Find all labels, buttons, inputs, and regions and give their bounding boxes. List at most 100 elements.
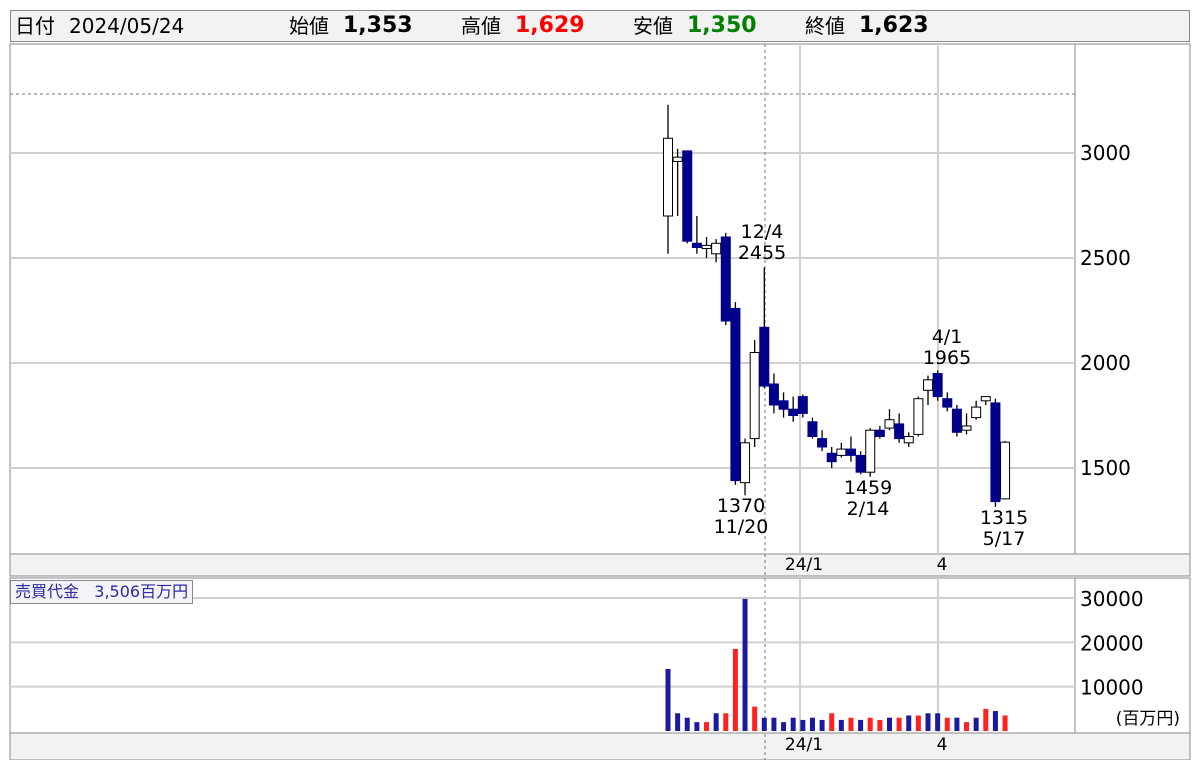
- volume-bar-down: [925, 713, 931, 731]
- candle-up: [923, 379, 934, 391]
- candle-down: [768, 383, 779, 406]
- volume-legend-value: 3,506百万円: [94, 582, 189, 601]
- volume-bar-down: [713, 713, 719, 731]
- volume-bar-down: [809, 717, 815, 731]
- candle-up: [865, 429, 876, 473]
- candle-up: [913, 398, 924, 435]
- price-annotation-date: 12/4: [741, 221, 784, 243]
- volume-bar-up: [944, 717, 950, 731]
- candle-down: [942, 398, 953, 408]
- volume-bar-down: [992, 711, 998, 731]
- candle-up: [980, 396, 991, 402]
- volume-x-tick-label: 4: [937, 735, 948, 755]
- stock-chart: 1500 2000 2500 3000 24/1 24/1 4 4 12/42455 4/1196…: [9, 43, 1191, 760]
- volume-bar-up: [829, 713, 835, 731]
- volume-bar-up: [915, 715, 921, 731]
- candle-up: [884, 419, 895, 429]
- price-annotation-date: 4/1: [932, 326, 963, 348]
- candle-down: [817, 438, 828, 448]
- candle-down: [826, 452, 837, 463]
- candle-up: [971, 406, 982, 419]
- candle-down: [778, 400, 789, 410]
- candle-up: [903, 436, 914, 444]
- price-tick-label: 2500: [1080, 246, 1131, 270]
- candle-down: [720, 236, 731, 322]
- volume-bar-down: [954, 717, 960, 731]
- volume-bar-up: [896, 717, 902, 731]
- volume-date-strip: [9, 732, 1191, 760]
- volume-tick-label: 20000: [1080, 631, 1144, 655]
- volume-bar-down: [838, 719, 844, 731]
- price-annotation-date: 5/17: [983, 528, 1026, 550]
- volume-bar-up: [983, 708, 989, 731]
- candle-up: [1000, 441, 1011, 500]
- candle-up: [961, 425, 972, 431]
- candle-up: [663, 137, 673, 217]
- candle-down: [874, 429, 885, 438]
- price-annotation-value: 1965: [923, 347, 971, 369]
- x-tick-label: 4: [937, 555, 948, 575]
- price-annotation-value: 1315: [980, 507, 1028, 529]
- volume-bar-up: [1002, 715, 1008, 731]
- candle-down: [788, 408, 799, 417]
- volume-bar-up: [848, 717, 854, 731]
- volume-bar-down: [790, 717, 796, 731]
- x-tick-label: 24/1: [785, 555, 823, 575]
- candle-down: [855, 454, 866, 473]
- volume-legend: 売買代金 3,506百万円: [10, 580, 194, 604]
- volume-bar-down: [665, 668, 671, 731]
- volume-bar-down: [935, 713, 941, 731]
- volume-bar-down: [973, 717, 979, 731]
- candle-down: [691, 242, 702, 249]
- volume-legend-label: 売買代金: [15, 582, 80, 601]
- volume-bar-up: [877, 719, 883, 731]
- volume-bar-up: [732, 648, 738, 731]
- candle-down: [845, 448, 856, 456]
- price-panel: [9, 43, 1191, 555]
- volume-bar-down: [675, 713, 681, 731]
- candle-down: [932, 373, 943, 398]
- volume-bar-up: [704, 722, 710, 731]
- price-annotation-value: 1459: [844, 477, 892, 499]
- candle-down: [730, 307, 741, 482]
- price-annotation-value: 1370: [717, 495, 765, 517]
- volume-tick-label: 10000: [1080, 676, 1144, 700]
- candle-down: [682, 150, 693, 242]
- candle-up: [836, 448, 847, 456]
- volume-x-tick-label: 24/1: [785, 735, 823, 755]
- volume-bar-down: [781, 722, 787, 731]
- volume-bar-down: [694, 722, 700, 731]
- candle-down: [990, 402, 1001, 503]
- candle-up: [711, 242, 722, 255]
- price-annotation-value: 2455: [738, 242, 786, 264]
- date-strip: [9, 553, 1191, 577]
- volume-bar-down: [684, 717, 690, 731]
- volume-bar-up: [752, 706, 758, 731]
- candle-up: [701, 244, 712, 250]
- candle-down: [951, 408, 962, 433]
- candle-down: [797, 396, 808, 414]
- candle-up: [740, 442, 751, 484]
- price-annotation-date: 11/20: [714, 516, 769, 538]
- candle-down: [807, 421, 818, 437]
- candle-down: [894, 423, 905, 440]
- volume-bar-down: [771, 717, 777, 731]
- volume-tick-label: 30000: [1080, 587, 1144, 611]
- volume-bar-down: [761, 717, 767, 731]
- volume-bar-down: [819, 719, 825, 731]
- candle-up: [749, 352, 760, 440]
- volume-bar-down: [800, 719, 806, 731]
- volume-bar-up: [964, 722, 970, 731]
- volume-bar-down: [886, 717, 892, 731]
- volume-bar-down: [742, 598, 748, 731]
- price-tick-label: 2000: [1080, 351, 1131, 375]
- price-tick-label: 1500: [1080, 456, 1131, 480]
- price-tick-label: 3000: [1080, 141, 1131, 165]
- volume-bar-down: [906, 715, 912, 731]
- volume-bar-down: [858, 719, 864, 731]
- volume-bar-up: [867, 717, 873, 731]
- candle-down: [759, 326, 770, 387]
- price-annotation-date: 2/14: [847, 498, 890, 520]
- volume-unit-label: (百万円): [1116, 709, 1180, 729]
- candle-up: [672, 156, 683, 162]
